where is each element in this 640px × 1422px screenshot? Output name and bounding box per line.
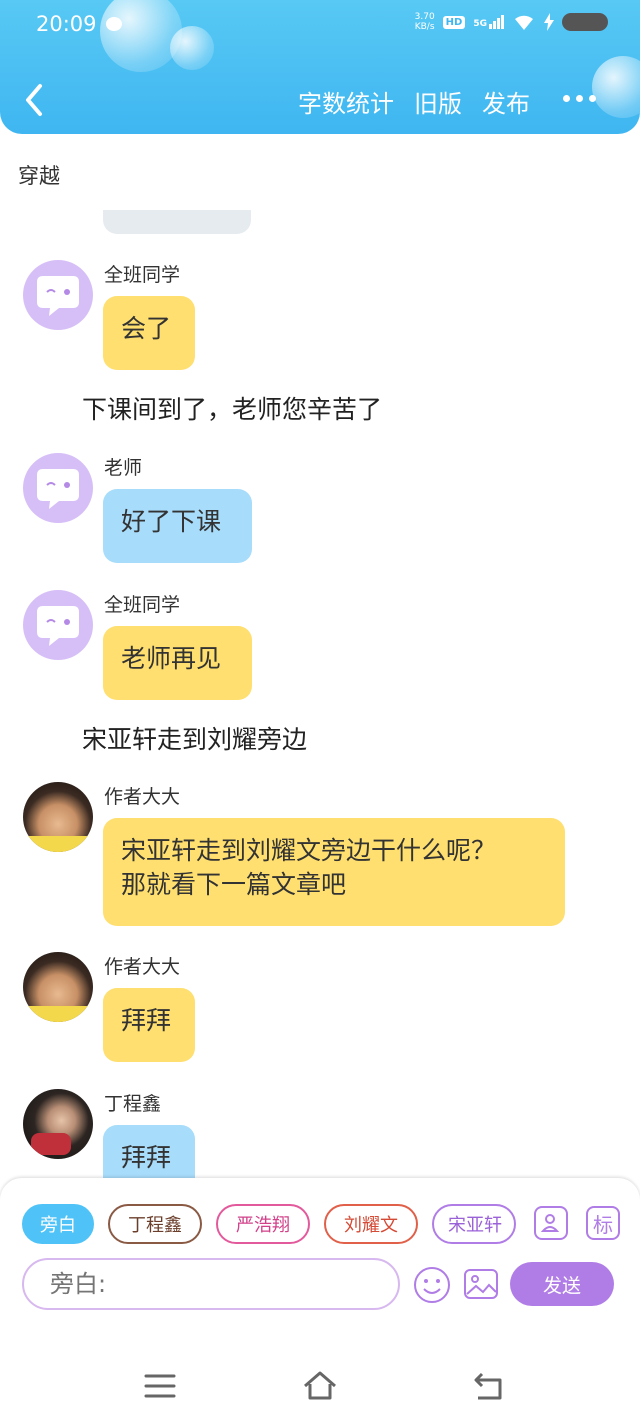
net-speed: 3.70 KB/s	[414, 12, 435, 32]
app-header: 20:09 3.70 KB/s HD 5G 字数统计 旧版 发布	[0, 0, 640, 134]
role-chip[interactable]: 严浩翔	[216, 1204, 310, 1244]
speaker-name: 全班同学	[104, 264, 181, 286]
role-chip[interactable]: 丁程鑫	[108, 1204, 202, 1244]
menu-icon[interactable]	[140, 1366, 180, 1406]
publish-button[interactable]: 发布	[482, 84, 530, 119]
hd-badge: HD	[442, 15, 466, 29]
chat-bubble-avatar[interactable]	[23, 260, 93, 330]
add-character-icon[interactable]	[534, 1206, 568, 1240]
role-selector: 旁白 丁程鑫 严浩翔 刘耀文 宋亚轩	[22, 1204, 516, 1244]
header-toolbar: 字数统计 旧版 发布	[298, 84, 530, 119]
emoji-icon[interactable]	[413, 1266, 451, 1304]
narration-text[interactable]: 宋亚轩走到刘耀旁边	[82, 720, 307, 756]
wifi-icon	[515, 15, 533, 30]
message-bubble[interactable]: 会了	[103, 296, 195, 370]
more-options-icon[interactable]	[563, 95, 596, 102]
charging-icon	[544, 13, 554, 31]
message-bubble[interactable]: 宋亚轩走到刘耀文旁边干什么呢？ 那就看下一篇文章吧	[103, 818, 565, 926]
image-icon[interactable]	[463, 1266, 499, 1302]
role-chip[interactable]: 宋亚轩	[432, 1204, 516, 1244]
message-bubble[interactable]: 老师再见	[103, 626, 252, 700]
role-chip-narrator[interactable]: 旁白	[22, 1204, 94, 1244]
chat-list[interactable]: 全班同学 会了 下课间到了，老师您辛苦了 老师 好了下课 全班同学 老师再见 宋…	[0, 210, 640, 1178]
speaker-name: 作者大大	[104, 786, 181, 808]
message-bubble[interactable]: 拜拜	[103, 988, 195, 1062]
label-button[interactable]: 标	[586, 1206, 620, 1240]
home-icon[interactable]	[300, 1366, 340, 1406]
battery-icon	[562, 13, 608, 31]
send-button[interactable]: 发送	[510, 1262, 614, 1306]
word-count-button[interactable]: 字数统计	[298, 84, 394, 119]
message-input-field[interactable]	[22, 1258, 400, 1310]
system-nav-bar	[0, 1348, 640, 1422]
message-bubble[interactable]: 拜拜	[103, 1125, 195, 1178]
speaker-name: 作者大大	[104, 956, 181, 978]
signal-5g-icon: 5G	[473, 15, 504, 29]
message-notification-icon	[106, 17, 122, 31]
message-bubble[interactable]: 好了下课	[103, 489, 252, 563]
role-chip[interactable]: 刘耀文	[324, 1204, 418, 1244]
speaker-name: 丁程鑫	[104, 1093, 162, 1115]
back-arrow-icon[interactable]	[20, 80, 50, 120]
story-title: 穿越	[18, 164, 60, 188]
speaker-name: 老师	[104, 457, 143, 479]
message-input[interactable]	[48, 1269, 352, 1299]
back-nav-icon[interactable]	[468, 1366, 508, 1406]
old-version-button[interactable]: 旧版	[414, 84, 462, 119]
photo-avatar[interactable]	[23, 1089, 93, 1159]
decor-bubble	[592, 56, 640, 118]
chat-bubble-avatar[interactable]	[23, 453, 93, 523]
chat-bubble-avatar[interactable]	[23, 590, 93, 660]
status-icons: 3.70 KB/s HD 5G	[415, 12, 608, 32]
photo-avatar[interactable]	[23, 782, 93, 852]
composer-panel: 旁白 丁程鑫 严浩翔 刘耀文 宋亚轩 标 发送	[0, 1178, 640, 1348]
photo-avatar[interactable]	[23, 952, 93, 1022]
narration-text[interactable]: 下课间到了，老师您辛苦了	[82, 390, 382, 426]
speaker-name: 全班同学	[104, 594, 181, 616]
clock: 20:09	[36, 12, 97, 36]
status-bar: 20:09 3.70 KB/s HD 5G	[0, 0, 640, 50]
partial-message-bubble	[103, 210, 251, 234]
